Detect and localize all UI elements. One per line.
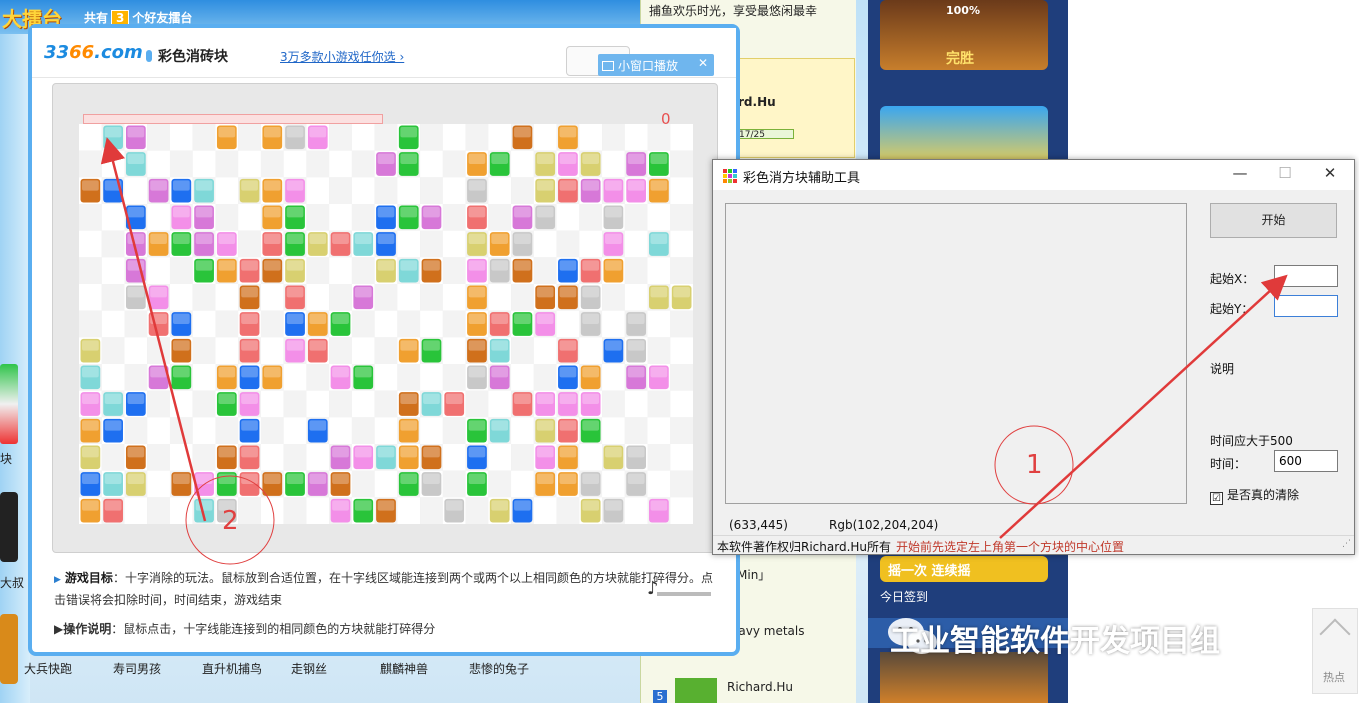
chevron-up-icon	[1319, 618, 1351, 650]
annotation-overlay	[100, 137, 1288, 565]
annotation-label-1: 1	[1026, 450, 1043, 480]
back-to-top-button[interactable]: 热点	[1312, 608, 1358, 694]
annotation-label-2: 2	[222, 506, 239, 536]
annotation-arrow-2	[100, 137, 207, 522]
hot-label: 热点	[1323, 671, 1345, 684]
watermark-text: 工业智能软件开发项目组	[890, 624, 1220, 659]
annotation-arrow-1	[999, 274, 1288, 539]
